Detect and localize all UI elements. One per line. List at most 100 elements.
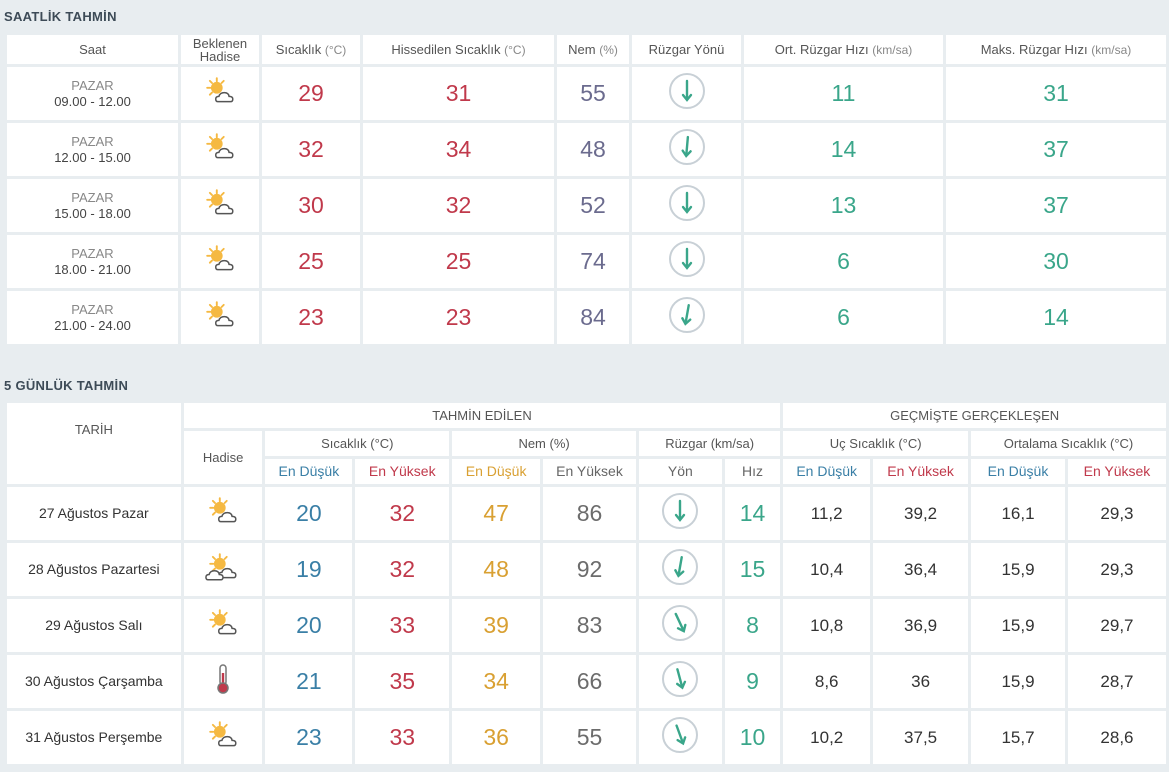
- temp-cell: 29: [262, 67, 360, 120]
- humidity-low-cell: 47: [452, 487, 541, 540]
- avg-wind-cell: 6: [744, 235, 943, 288]
- header-wind-dir: Rüzgar Yönü: [632, 35, 741, 64]
- temp-low-cell: 21: [265, 655, 353, 708]
- extreme-low-cell: 8,6: [783, 655, 871, 708]
- temp-high-cell: 33: [355, 599, 450, 652]
- humidity-low-cell: 48: [452, 543, 541, 596]
- header-humidity: Nem (%): [557, 35, 629, 64]
- time-cell: PAZAR 09.00 - 12.00: [7, 67, 178, 120]
- wind-dir-cell: [632, 235, 741, 288]
- average-low-cell: 15,9: [971, 655, 1065, 708]
- header-temp-low: En Düşük: [265, 459, 353, 484]
- wind-direction-icon: [668, 129, 705, 165]
- partly-sunny-icon: [203, 719, 243, 756]
- partly-sunny-icon: [200, 131, 240, 168]
- table-row: 29 Ağustos Salı 20 33 39 83 8 10,8 36,9 15,9 29,7: [7, 599, 1166, 652]
- wind-dir-cell: [632, 291, 741, 344]
- time-cell: PAZAR 12.00 - 15.00: [7, 123, 178, 176]
- wind-dir-cell: [638, 599, 722, 652]
- feels-cell: 31: [363, 67, 554, 120]
- temp-cell: 30: [262, 179, 360, 232]
- temp-high-cell: 35: [355, 655, 450, 708]
- temp-high-cell: 33: [355, 711, 450, 764]
- sun-clouds-icon: [203, 551, 243, 588]
- table-row: PAZAR 12.00 - 15.00 32 34 48 14 37: [7, 123, 1166, 176]
- wind-direction-icon: [662, 549, 699, 585]
- avg-wind-cell: 6: [744, 291, 943, 344]
- wind-speed-cell: 15: [724, 543, 781, 596]
- average-low-cell: 15,9: [971, 599, 1065, 652]
- header-humidity: Nem (%): [452, 431, 636, 456]
- extreme-low-cell: 11,2: [783, 487, 871, 540]
- event-cell: [181, 235, 259, 288]
- event-cell: [181, 67, 259, 120]
- header-average-temp: Ortalama Sıcaklık (°C): [971, 431, 1166, 456]
- header-event: Beklenen Hadise: [181, 35, 259, 64]
- header-temp: Sıcaklık (°C): [262, 35, 360, 64]
- wind-direction-icon: [662, 661, 699, 697]
- header-avg-wind: Ort. Rüzgar Hızı (km/sa): [744, 35, 943, 64]
- average-high-cell: 28,7: [1067, 655, 1166, 708]
- table-row: PAZAR 15.00 - 18.00 30 32 52 13 37: [7, 179, 1166, 232]
- time-cell: PAZAR 15.00 - 18.00: [7, 179, 178, 232]
- header-wind-dir: Yön: [638, 459, 722, 484]
- max-wind-cell: 14: [946, 291, 1166, 344]
- average-high-cell: 28,6: [1067, 711, 1166, 764]
- extreme-high-cell: 36: [873, 655, 969, 708]
- average-low-cell: 15,7: [971, 711, 1065, 764]
- wind-direction-icon: [668, 297, 705, 333]
- wind-dir-cell: [638, 543, 722, 596]
- temp-high-cell: 32: [355, 487, 450, 540]
- temp-cell: 32: [262, 123, 360, 176]
- temp-low-cell: 20: [265, 487, 353, 540]
- humidity-high-cell: 83: [543, 599, 636, 652]
- partly-sunny-icon: [200, 299, 240, 336]
- feels-cell: 23: [363, 291, 554, 344]
- temp-cell: 23: [262, 291, 360, 344]
- event-cell: [183, 543, 263, 596]
- humidity-cell: 74: [557, 235, 629, 288]
- average-low-cell: 15,9: [971, 543, 1065, 596]
- wind-speed-cell: 14: [724, 487, 781, 540]
- wind-direction-icon: [662, 605, 699, 641]
- humidity-low-cell: 34: [452, 655, 541, 708]
- temp-cell: 25: [262, 235, 360, 288]
- wind-direction-icon: [668, 73, 705, 109]
- partly-sunny-icon: [203, 607, 243, 644]
- event-cell: [183, 655, 263, 708]
- humidity-cell: 48: [557, 123, 629, 176]
- avg-wind-cell: 14: [744, 123, 943, 176]
- date-cell: 27 Ağustos Pazar: [7, 487, 181, 540]
- humidity-cell: 52: [557, 179, 629, 232]
- event-cell: [181, 123, 259, 176]
- header-humidity-low: En Düşük: [452, 459, 541, 484]
- header-time: Saat: [7, 35, 178, 64]
- extreme-high-cell: 37,5: [873, 711, 969, 764]
- wind-direction-icon: [662, 493, 699, 529]
- date-cell: 29 Ağustos Salı: [7, 599, 181, 652]
- partly-sunny-icon: [200, 187, 240, 224]
- extreme-low-cell: 10,8: [783, 599, 871, 652]
- max-wind-cell: 37: [946, 123, 1166, 176]
- max-wind-cell: 31: [946, 67, 1166, 120]
- date-cell: 31 Ağustos Perşembe: [7, 711, 181, 764]
- header-wind-speed: Hız: [724, 459, 781, 484]
- feels-cell: 32: [363, 179, 554, 232]
- humidity-cell: 84: [557, 291, 629, 344]
- header-humidity-high: En Yüksek: [543, 459, 636, 484]
- header-average-high: En Yüksek: [1067, 459, 1166, 484]
- partly-sunny-icon: [203, 495, 243, 532]
- temp-high-cell: 32: [355, 543, 450, 596]
- table-row: 28 Ağustos Pazartesi 19 32 48 92 15 10,4 36,4 15…: [7, 543, 1166, 596]
- wind-speed-cell: 8: [724, 599, 781, 652]
- table-row: PAZAR 21.00 - 24.00 23 23 84 6 14: [7, 291, 1166, 344]
- event-cell: [181, 291, 259, 344]
- feels-cell: 25: [363, 235, 554, 288]
- wind-dir-cell: [638, 711, 722, 764]
- header-date: TARİH: [7, 403, 181, 484]
- table-row: 30 Ağustos Çarşamba 21 35 34 66 9 8,6 36 15,9 28,…: [7, 655, 1166, 708]
- average-high-cell: 29,7: [1067, 599, 1166, 652]
- wind-direction-icon: [662, 717, 699, 753]
- header-extreme-high: En Yüksek: [873, 459, 969, 484]
- humidity-high-cell: 86: [543, 487, 636, 540]
